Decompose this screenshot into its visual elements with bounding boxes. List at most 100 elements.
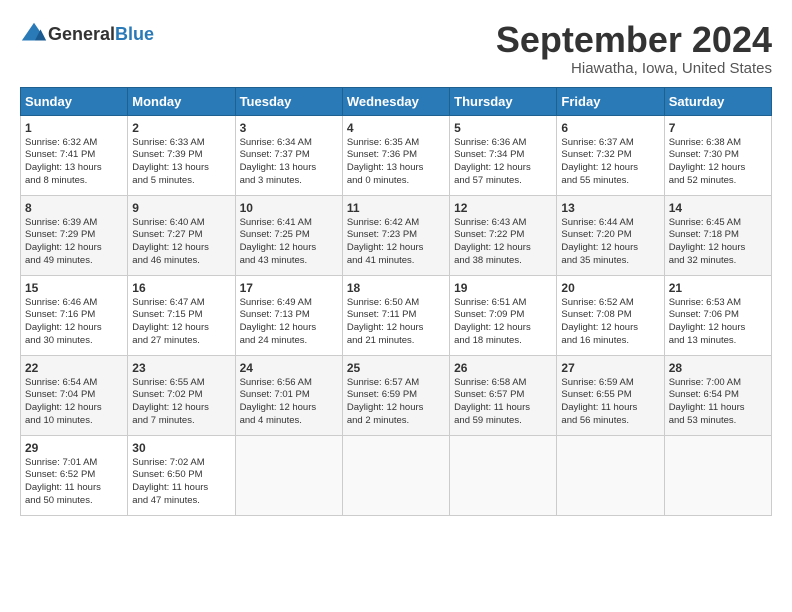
month-title: September 2024 [496,20,772,60]
calendar-week-row: 8 Sunrise: 6:39 AM Sunset: 7:29 PM Daylig… [21,195,772,275]
logo: GeneralBlue [20,20,154,48]
cell-info: Sunrise: 6:57 AM Sunset: 6:59 PM Dayligh… [347,377,445,428]
calendar-cell: 14Sunrise: 6:45 AM Sunset: 7:18 PM Dayli… [664,195,771,275]
cell-info: Sunrise: 6:38 AM Sunset: 7:30 PM Dayligh… [669,137,767,188]
day-number: 29 [25,441,123,455]
weekday-header-cell: Wednesday [342,87,449,115]
calendar-table: SundayMondayTuesdayWednesdayThursdayFrid… [20,87,772,516]
cell-info: Sunrise: 6:35 AM Sunset: 7:36 PM Dayligh… [347,137,445,188]
cell-info: Sunrise: 7:00 AM Sunset: 6:54 PM Dayligh… [669,377,767,428]
day-number: 6 [561,121,659,135]
cell-info: Sunrise: 6:34 AM Sunset: 7:37 PM Dayligh… [240,137,338,188]
calendar-cell [235,435,342,515]
calendar-cell: 6 Sunrise: 6:37 AM Sunset: 7:32 PM Daylig… [557,115,664,195]
cell-info: Sunrise: 6:44 AM Sunset: 7:20 PM Dayligh… [561,217,659,268]
calendar-cell: 4 Sunrise: 6:35 AM Sunset: 7:36 PM Daylig… [342,115,449,195]
location-title: Hiawatha, Iowa, United States [496,60,772,77]
calendar-cell: 22 Sunrise: 6:54 AM Sunset: 7:04 PM Dayli… [21,355,128,435]
calendar-cell: 20 Sunrise: 6:52 AM Sunset: 7:08 PM Dayli… [557,275,664,355]
calendar-cell: 8 Sunrise: 6:39 AM Sunset: 7:29 PM Daylig… [21,195,128,275]
cell-info: Sunrise: 6:50 AM Sunset: 7:11 PM Dayligh… [347,297,445,348]
day-number: 22 [25,361,123,375]
day-number: 7 [669,121,767,135]
weekday-header-cell: Saturday [664,87,771,115]
logo-text-blue: Blue [115,24,154,45]
calendar-week-row: 22 Sunrise: 6:54 AM Sunset: 7:04 PM Dayli… [21,355,772,435]
calendar-cell: 13Sunrise: 6:44 AM Sunset: 7:20 PM Dayli… [557,195,664,275]
weekday-header-cell: Thursday [450,87,557,115]
calendar-week-row: 1 Sunrise: 6:32 AM Sunset: 7:41 PM Daylig… [21,115,772,195]
day-number: 5 [454,121,552,135]
day-number: 15 [25,281,123,295]
cell-info: Sunrise: 6:55 AM Sunset: 7:02 PM Dayligh… [132,377,230,428]
calendar-cell: 12Sunrise: 6:43 AM Sunset: 7:22 PM Dayli… [450,195,557,275]
calendar-cell: 5 Sunrise: 6:36 AM Sunset: 7:34 PM Daylig… [450,115,557,195]
cell-info: Sunrise: 6:40 AM Sunset: 7:27 PM Dayligh… [132,217,230,268]
weekday-header-cell: Tuesday [235,87,342,115]
cell-info: Sunrise: 6:46 AM Sunset: 7:16 PM Dayligh… [25,297,123,348]
day-number: 4 [347,121,445,135]
cell-info: Sunrise: 6:39 AM Sunset: 7:29 PM Dayligh… [25,217,123,268]
cell-info: Sunrise: 6:32 AM Sunset: 7:41 PM Dayligh… [25,137,123,188]
day-number: 28 [669,361,767,375]
weekday-header-cell: Monday [128,87,235,115]
cell-info: Sunrise: 6:51 AM Sunset: 7:09 PM Dayligh… [454,297,552,348]
calendar-cell: 18 Sunrise: 6:50 AM Sunset: 7:11 PM Dayli… [342,275,449,355]
day-number: 21 [669,281,767,295]
calendar-cell: 15 Sunrise: 6:46 AM Sunset: 7:16 PM Dayli… [21,275,128,355]
day-number: 1 [25,121,123,135]
cell-info: Sunrise: 6:33 AM Sunset: 7:39 PM Dayligh… [132,137,230,188]
calendar-cell: 19Sunrise: 6:51 AM Sunset: 7:09 PM Dayli… [450,275,557,355]
cell-info: Sunrise: 6:45 AM Sunset: 7:18 PM Dayligh… [669,217,767,268]
day-number: 18 [347,281,445,295]
day-number: 27 [561,361,659,375]
calendar-cell: 23 Sunrise: 6:55 AM Sunset: 7:02 PM Dayli… [128,355,235,435]
cell-info: Sunrise: 7:01 AM Sunset: 6:52 PM Dayligh… [25,457,123,508]
calendar-cell: 27Sunrise: 6:59 AM Sunset: 6:55 PM Dayli… [557,355,664,435]
calendar-cell: 9Sunrise: 6:40 AM Sunset: 7:27 PM Daylig… [128,195,235,275]
calendar-cell: 3 Sunrise: 6:34 AM Sunset: 7:37 PM Daylig… [235,115,342,195]
cell-info: Sunrise: 6:36 AM Sunset: 7:34 PM Dayligh… [454,137,552,188]
calendar-cell: 10 Sunrise: 6:41 AM Sunset: 7:25 PM Dayli… [235,195,342,275]
page-header: GeneralBlue September 2024 Hiawatha, Iow… [20,20,772,77]
calendar-cell: 11Sunrise: 6:42 AM Sunset: 7:23 PM Dayli… [342,195,449,275]
calendar-cell [557,435,664,515]
day-number: 24 [240,361,338,375]
cell-info: Sunrise: 6:43 AM Sunset: 7:22 PM Dayligh… [454,217,552,268]
calendar-cell: 1 Sunrise: 6:32 AM Sunset: 7:41 PM Daylig… [21,115,128,195]
calendar-cell: 28 Sunrise: 7:00 AM Sunset: 6:54 PM Dayli… [664,355,771,435]
calendar-cell [450,435,557,515]
day-number: 17 [240,281,338,295]
day-number: 23 [132,361,230,375]
calendar-cell: 29 Sunrise: 7:01 AM Sunset: 6:52 PM Dayli… [21,435,128,515]
day-number: 8 [25,201,123,215]
calendar-week-row: 29 Sunrise: 7:01 AM Sunset: 6:52 PM Dayli… [21,435,772,515]
day-number: 25 [347,361,445,375]
title-area: September 2024 Hiawatha, Iowa, United St… [496,20,772,77]
calendar-cell: 7 Sunrise: 6:38 AM Sunset: 7:30 PM Daylig… [664,115,771,195]
weekday-header-row: SundayMondayTuesdayWednesdayThursdayFrid… [21,87,772,115]
calendar-cell: 2 Sunrise: 6:33 AM Sunset: 7:39 PM Daylig… [128,115,235,195]
cell-info: Sunrise: 6:54 AM Sunset: 7:04 PM Dayligh… [25,377,123,428]
logo-text-general: General [48,24,115,45]
calendar-cell: 16Sunrise: 6:47 AM Sunset: 7:15 PM Dayli… [128,275,235,355]
day-number: 11 [347,201,445,215]
weekday-header-cell: Friday [557,87,664,115]
cell-info: Sunrise: 6:41 AM Sunset: 7:25 PM Dayligh… [240,217,338,268]
calendar-cell: 26Sunrise: 6:58 AM Sunset: 6:57 PM Dayli… [450,355,557,435]
cell-info: Sunrise: 6:56 AM Sunset: 7:01 PM Dayligh… [240,377,338,428]
cell-info: Sunrise: 7:02 AM Sunset: 6:50 PM Dayligh… [132,457,230,508]
calendar-cell: 30Sunrise: 7:02 AM Sunset: 6:50 PM Dayli… [128,435,235,515]
weekday-header-cell: Sunday [21,87,128,115]
calendar-cell: 25 Sunrise: 6:57 AM Sunset: 6:59 PM Dayli… [342,355,449,435]
cell-info: Sunrise: 6:37 AM Sunset: 7:32 PM Dayligh… [561,137,659,188]
cell-info: Sunrise: 6:52 AM Sunset: 7:08 PM Dayligh… [561,297,659,348]
calendar-cell: 24 Sunrise: 6:56 AM Sunset: 7:01 PM Dayli… [235,355,342,435]
calendar-cell [664,435,771,515]
day-number: 16 [132,281,230,295]
calendar-cell: 21Sunrise: 6:53 AM Sunset: 7:06 PM Dayli… [664,275,771,355]
day-number: 2 [132,121,230,135]
day-number: 20 [561,281,659,295]
day-number: 3 [240,121,338,135]
day-number: 10 [240,201,338,215]
